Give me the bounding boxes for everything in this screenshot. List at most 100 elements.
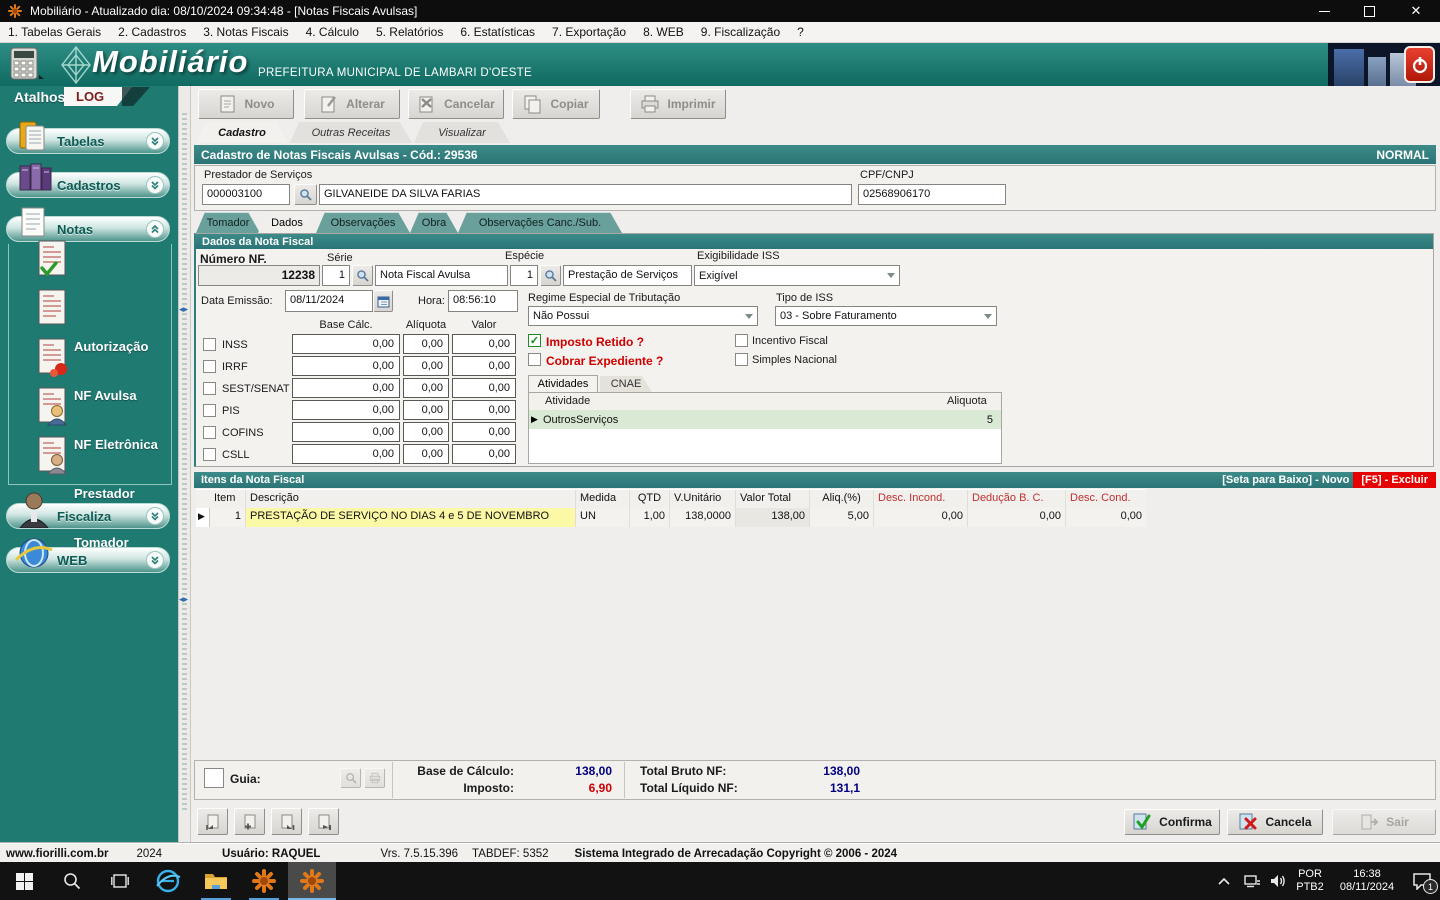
nf-eletronica-icon[interactable] [32,336,72,378]
cancelar-button[interactable]: Cancelar [408,89,504,119]
especie-desc-field[interactable]: Prestação de Serviços [563,265,692,286]
cofins-valor-field[interactable]: 0,00 [452,422,516,442]
numero-nf-field[interactable]: 12238 [198,265,320,286]
sidebar-item-prestador[interactable]: Prestador [74,486,135,501]
pis-valor-field[interactable]: 0,00 [452,400,516,420]
guia-search-button[interactable] [340,768,361,788]
taskbar-explorer-button[interactable] [192,862,240,900]
copiar-button[interactable]: Copiar [512,89,600,119]
tray-chevron-button[interactable] [1210,862,1238,900]
pis-aliq-field[interactable]: 0,00 [403,400,449,420]
tomador-icon[interactable] [32,434,72,476]
tray-clock[interactable]: 16:38 08/11/2024 [1330,862,1404,900]
prestador-search-button[interactable] [294,184,317,205]
log-tab[interactable]: LOG [64,87,132,106]
prestador-name-field[interactable]: GILVANEIDE DA SILVA FARIAS [319,184,852,205]
pis-base-field[interactable]: 0,00 [292,400,400,420]
pis-checkbox[interactable] [203,404,216,417]
nav-next-button[interactable] [271,808,302,835]
chevron-up-icon[interactable] [146,220,164,238]
sidebar-item-autorizacao[interactable]: Autorização [74,339,148,354]
sidebar-item-nf-eletronica[interactable]: NF Eletrônica [74,437,158,452]
menu-estatisticas[interactable]: 6. Estatísticas [460,25,535,39]
status-site[interactable]: www.fiorilli.com.br [6,848,108,860]
tray-volume-button[interactable] [1264,862,1292,900]
sair-button[interactable]: Sair [1332,809,1436,835]
csll-valor-field[interactable]: 0,00 [452,444,516,464]
irrf-valor-field[interactable]: 0,00 [452,356,516,376]
autorizacao-icon[interactable] [32,238,72,280]
tab-cadastro[interactable]: Cadastro [196,122,288,143]
imposto-retido-checkbox[interactable]: ✓ [528,334,541,347]
menu-tabelas-gerais[interactable]: 1. Tabelas Gerais [8,25,101,39]
nav-insert-button[interactable] [234,808,265,835]
tray-network-button[interactable] [1238,862,1266,900]
serie-field[interactable]: 1 [322,265,350,286]
simples-nacional-checkbox[interactable] [735,353,748,366]
prestador-icon[interactable] [32,385,72,427]
nav-last-button[interactable] [308,808,339,835]
incentivo-fiscal-checkbox[interactable] [735,334,748,347]
sidebar-item-nf-avulsa[interactable]: NF Avulsa [74,388,137,403]
start-button[interactable] [0,862,48,900]
data-emissao-field[interactable]: 08/11/2024 [285,290,373,312]
action-center-button[interactable]: 1 [1404,862,1440,900]
csll-aliq-field[interactable]: 0,00 [403,444,449,464]
confirma-button[interactable]: Confirma [1124,809,1220,835]
regime-dropdown[interactable]: Não Possui [528,306,758,326]
irrf-aliq-field[interactable]: 0,00 [403,356,449,376]
cobrar-expediente-checkbox[interactable] [528,353,541,366]
novo-button[interactable]: Novo [198,89,294,119]
menu-web[interactable]: 8. WEB [643,25,684,39]
splitter-expand-icon[interactable]: ◂▸ [179,594,188,605]
inss-base-field[interactable]: 0,00 [292,334,400,354]
tab-obra[interactable]: Obra [410,212,458,233]
chevron-down-icon[interactable] [146,132,164,150]
chevron-down-icon[interactable] [146,507,164,525]
maximize-button[interactable] [1347,0,1392,22]
close-button[interactable]: ✕ [1392,0,1440,22]
menu-notas-fiscais[interactable]: 3. Notas Fiscais [203,25,288,39]
tab-outras-receitas[interactable]: Outras Receitas [290,122,412,143]
hora-field[interactable]: 08:56:10 [448,290,518,312]
item-row[interactable]: ▶ 1 PRESTAÇÃO DE SERVIÇO NO DIAS 4 e 5 D… [196,508,1146,527]
menu-relatorios[interactable]: 5. Relatórios [376,25,443,39]
especie-search-button[interactable] [540,265,561,286]
cpf-cnpj-field[interactable]: 02568906170 [858,184,1006,205]
tab-atividades[interactable]: Atividades [528,375,598,392]
tab-observacoes[interactable]: Observações [316,212,410,233]
alterar-button[interactable]: Alterar [304,89,400,119]
chevron-down-icon[interactable] [146,551,164,569]
guia-print-button[interactable] [364,768,385,788]
inss-checkbox[interactable] [203,338,216,351]
serie-desc-field[interactable]: Nota Fiscal Avulsa [375,265,508,286]
irrf-checkbox[interactable] [203,360,216,373]
guia-checkbox[interactable] [204,768,224,788]
taskbar-app2-button-active[interactable] [288,862,336,900]
menu-exportacao[interactable]: 7. Exportação [552,25,626,39]
prestador-code-field[interactable]: 000003100 [202,184,290,205]
sidebar-splitter[interactable]: ◂▸ ◂▸ [178,86,191,843]
tab-observacoes-canc-sub[interactable]: Observações Canc./Sub. [458,212,622,233]
irrf-base-field[interactable]: 0,00 [292,356,400,376]
chevron-down-icon[interactable] [146,176,164,194]
cofins-base-field[interactable]: 0,00 [292,422,400,442]
menu-cadastros[interactable]: 2. Cadastros [118,25,186,39]
cofins-checkbox[interactable] [203,426,216,439]
tab-tomador[interactable]: Tomador [196,212,260,233]
atividade-row[interactable]: ▶ OutrosServiços 5 [529,410,1001,429]
calendar-button[interactable] [373,290,393,312]
taskbar-ie-button[interactable] [144,862,192,900]
menu-fiscalizacao[interactable]: 9. Fiscalização [701,25,780,39]
cancela-button[interactable]: Cancela [1227,809,1323,835]
especie-num-field[interactable]: 1 [510,265,538,286]
sest-senat-checkbox[interactable] [203,382,216,395]
splitter-collapse-icon[interactable]: ◂▸ [179,304,188,315]
csll-checkbox[interactable] [203,448,216,461]
exigibilidade-dropdown[interactable]: Exigível [694,265,900,286]
tab-visualizar[interactable]: Visualizar [414,122,510,143]
serie-search-button[interactable] [352,265,373,286]
tipo-iss-dropdown[interactable]: 03 - Sobre Faturamento [775,306,997,326]
minimize-button[interactable] [1302,0,1347,22]
sest-aliq-field[interactable]: 0,00 [403,378,449,398]
